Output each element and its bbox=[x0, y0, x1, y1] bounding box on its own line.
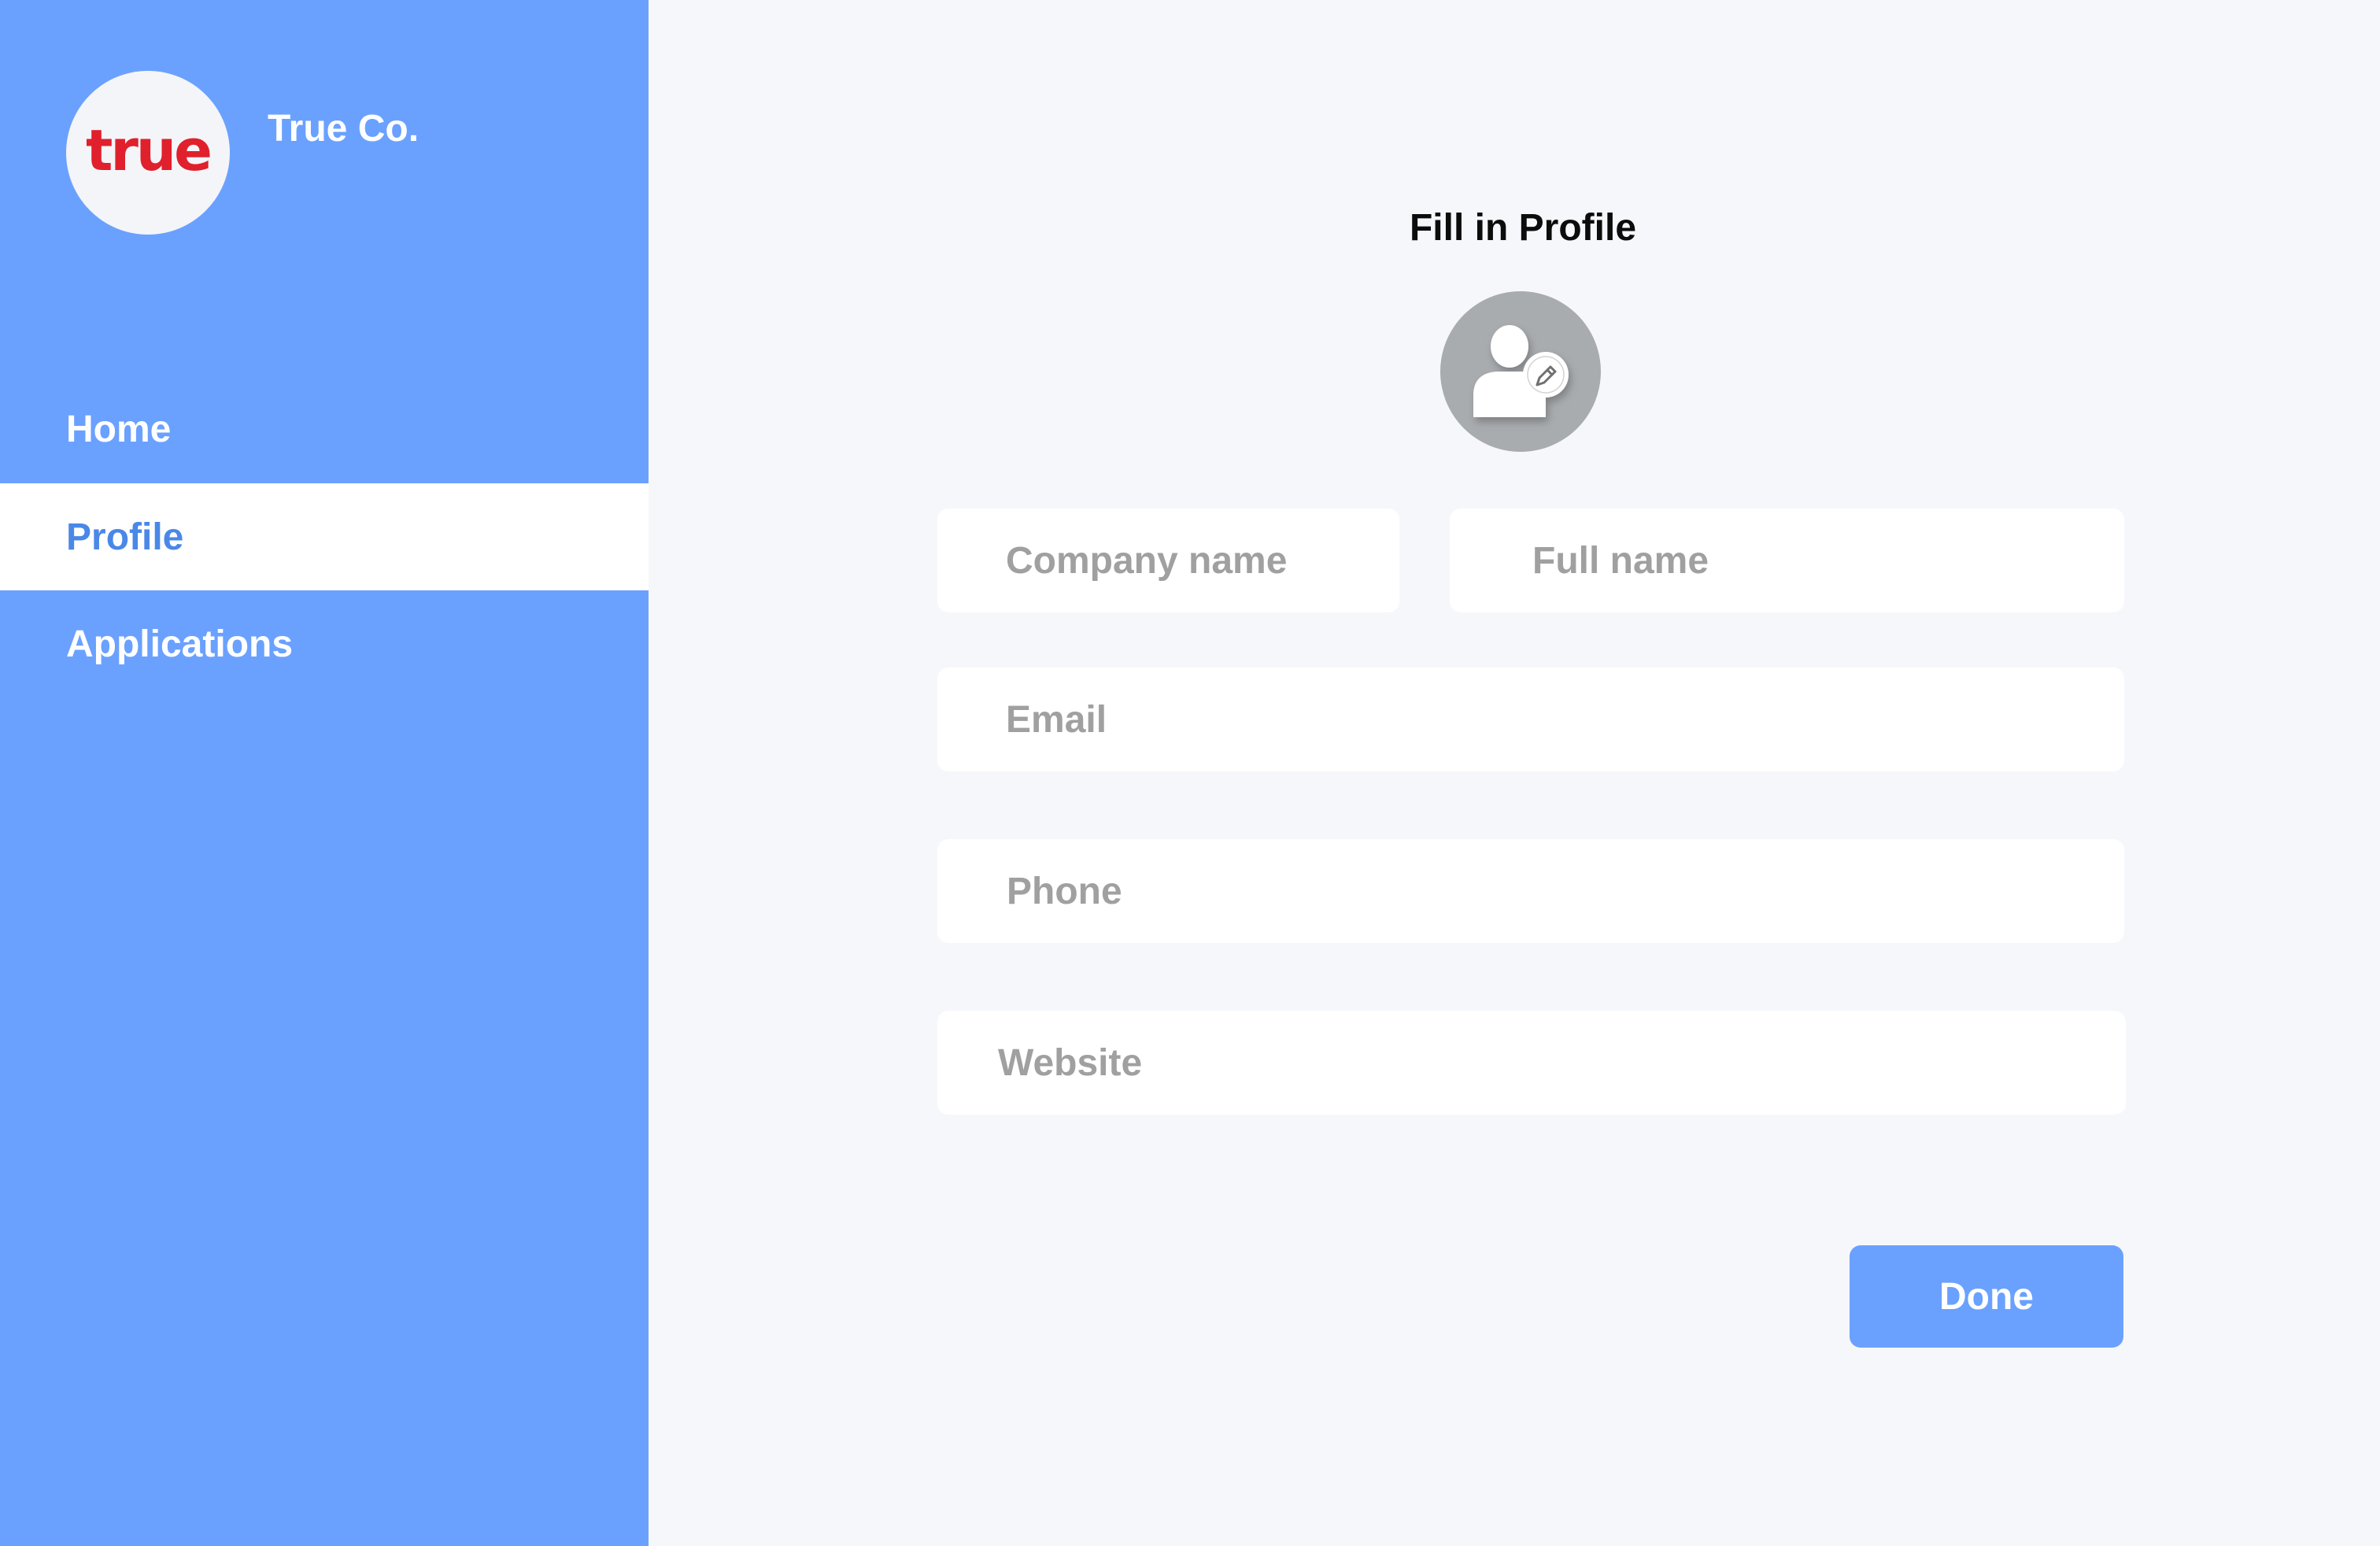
website-field bbox=[937, 1011, 2126, 1115]
page-title: Fill in Profile bbox=[1409, 207, 1637, 249]
email-input[interactable] bbox=[937, 668, 2124, 771]
sidebar-item-applications[interactable]: Applications bbox=[0, 590, 649, 697]
phone-field bbox=[937, 839, 2124, 943]
sidebar-item-label: Applications bbox=[66, 623, 294, 665]
company-name-field bbox=[937, 509, 1399, 612]
logo-wordmark: true bbox=[85, 117, 213, 183]
app-window: true True Co. Home Profile Applications … bbox=[0, 0, 2380, 1546]
website-input[interactable] bbox=[937, 1011, 2126, 1115]
company-logo: true bbox=[66, 71, 230, 235]
sidebar-item-profile[interactable]: Profile bbox=[0, 483, 649, 590]
avatar-upload[interactable] bbox=[1440, 291, 1601, 452]
sidebar-item-label: Profile bbox=[66, 516, 184, 558]
company-name: True Co. bbox=[268, 108, 419, 150]
full-name-input[interactable] bbox=[1450, 509, 2124, 612]
done-button[interactable]: Done bbox=[1850, 1245, 2123, 1348]
phone-input[interactable] bbox=[937, 839, 2124, 943]
full-name-field bbox=[1450, 509, 2124, 612]
user-edit-icon bbox=[1473, 325, 1569, 417]
sidebar: true True Co. Home Profile Applications bbox=[0, 0, 649, 1546]
email-field bbox=[937, 668, 2124, 771]
company-name-input[interactable] bbox=[937, 509, 1399, 612]
sidebar-item-label: Home bbox=[66, 408, 172, 450]
sidebar-item-home[interactable]: Home bbox=[0, 375, 649, 483]
